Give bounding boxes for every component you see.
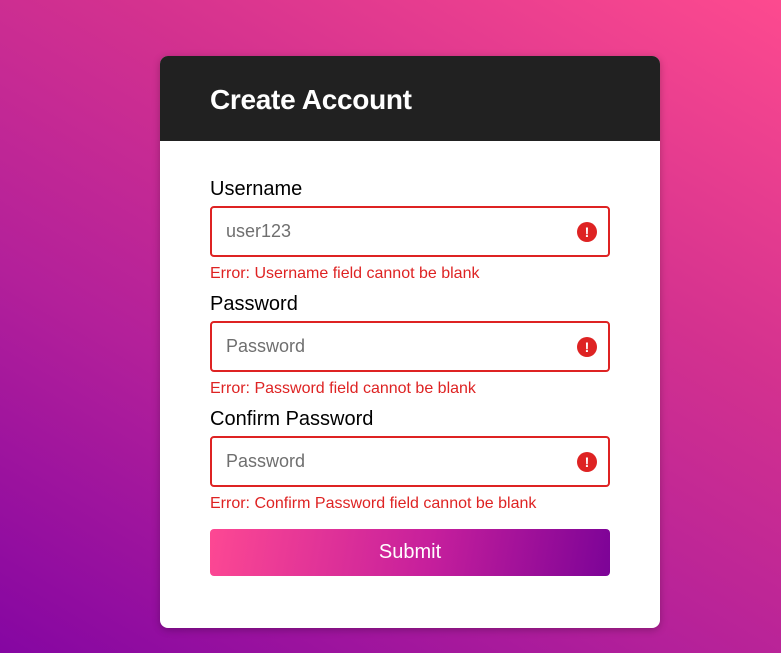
confirm-password-input[interactable] — [212, 438, 608, 485]
password-input-wrapper: ! — [210, 321, 610, 372]
username-label: Username — [210, 178, 303, 200]
page-title: Create Account — [210, 83, 412, 115]
password-field-group: Password ! Error: Password field cannot … — [210, 290, 610, 405]
card-header: Create Account — [160, 56, 660, 141]
exclamation-circle-icon: ! — [577, 336, 597, 357]
confirm-password-input-wrapper: ! — [210, 436, 610, 487]
confirm-password-error-message: Error: Confirm Password field cannot be … — [210, 495, 537, 512]
confirm-password-label: Confirm Password — [210, 408, 374, 430]
password-input[interactable] — [212, 323, 608, 370]
username-input-wrapper: ! — [210, 206, 610, 257]
confirm-password-field-group: Confirm Password ! Error: Confirm Passwo… — [210, 405, 610, 520]
password-label: Password — [210, 293, 298, 315]
exclamation-circle-icon: ! — [577, 451, 597, 472]
username-error-message: Error: Username field cannot be blank — [210, 265, 480, 282]
create-account-form: Username ! Error: Username field cannot … — [160, 141, 660, 576]
create-account-card: Create Account Username ! Error: Usernam… — [160, 56, 660, 628]
username-input[interactable] — [212, 208, 608, 255]
username-field-group: Username ! Error: Username field cannot … — [210, 175, 610, 290]
password-error-message: Error: Password field cannot be blank — [210, 380, 476, 397]
submit-button[interactable]: Submit — [210, 529, 610, 576]
exclamation-circle-icon: ! — [577, 221, 597, 242]
